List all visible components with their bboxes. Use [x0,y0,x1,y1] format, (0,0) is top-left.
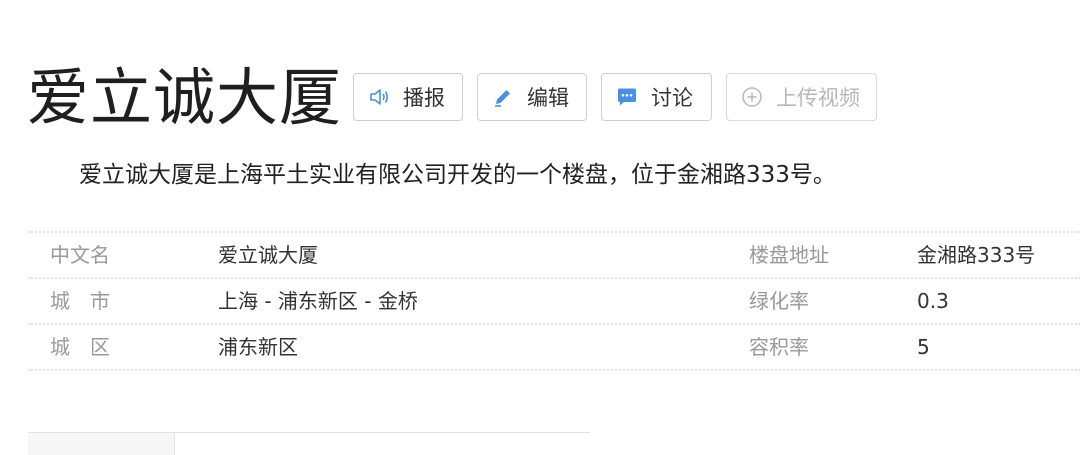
page-title: 爱立诚大厦 [27,61,343,134]
plus-circle-icon [741,86,763,108]
pencil-icon [492,86,514,108]
info-key: 绿化率 [749,289,809,313]
basic-info-table: 中文名 爱立诚大厦 楼盘地址 金湘路333号 城 市 上海 - 浦东新区 - 金… [28,231,1080,371]
chat-icon [616,86,638,108]
info-value: 金湘路333号 [917,243,1036,267]
broadcast-button[interactable]: 播报 [353,73,463,121]
info-key: 容积率 [749,335,809,359]
broadcast-label: 播报 [403,86,445,110]
lemma-summary: 爱立诚大厦是上海平土实业有限公司开发的一个楼盘，位于金湘路333号。 [79,162,836,188]
edit-label: 编辑 [527,86,569,110]
info-row: 城 市 上海 - 浦东新区 - 金桥 绿化率 0.3 [28,279,1080,325]
edit-button[interactable]: 编辑 [477,73,587,121]
upload-video-label: 上传视频 [776,86,860,110]
info-value: 爱立诚大厦 [218,243,318,267]
info-value: 0.3 [917,289,949,313]
catalog-tab[interactable] [28,433,175,455]
speaker-icon [368,86,390,108]
info-key: 楼盘地址 [749,243,829,267]
discuss-button[interactable]: 讨论 [601,73,712,121]
info-key: 中文名 [50,243,110,267]
upload-video-button[interactable]: 上传视频 [726,73,877,121]
info-value: 浦东新区 [218,335,298,359]
info-value: 5 [917,335,930,359]
info-value: 上海 - 浦东新区 - 金桥 [218,289,418,313]
info-row: 城 区 浦东新区 容积率 5 [28,325,1080,371]
discuss-label: 讨论 [651,86,693,110]
info-key: 城 市 [50,289,110,313]
info-row: 中文名 爱立诚大厦 楼盘地址 金湘路333号 [28,233,1080,279]
info-key: 城 区 [50,335,110,359]
